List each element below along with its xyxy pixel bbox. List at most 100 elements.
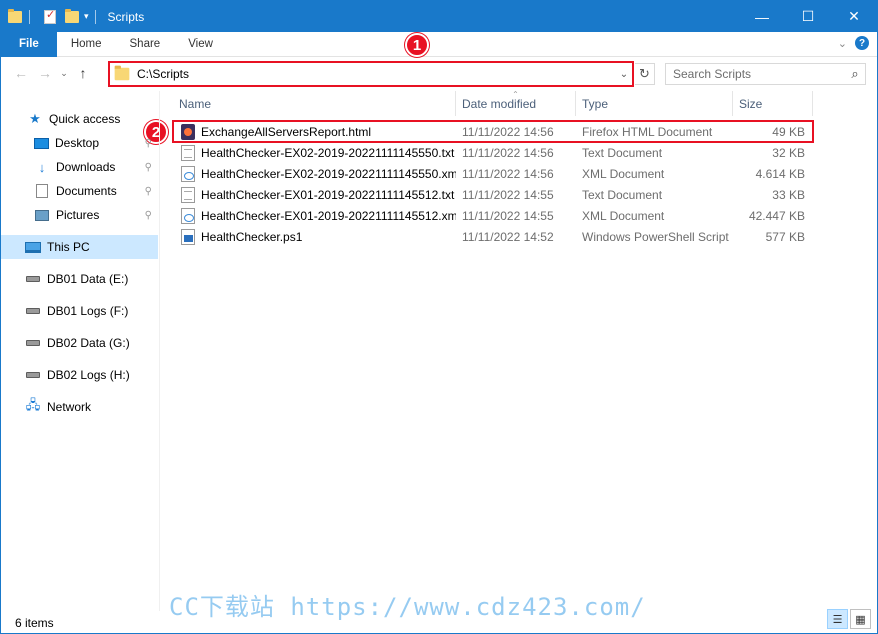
sidebar-item-label: Documents bbox=[56, 184, 117, 198]
address-dropdown-icon[interactable]: ⌄ bbox=[616, 69, 632, 80]
file-name: HealthChecker-EX01-2019-20221111145512.x… bbox=[201, 208, 456, 223]
column-header-label: Type bbox=[582, 96, 609, 111]
file-name-cell: HealthChecker-EX02-2019-20221111145550.t… bbox=[173, 144, 456, 161]
sidebar-item-downloads[interactable]: ↓ Downloads ⚲ bbox=[1, 155, 158, 179]
file-type: Windows PowerShell Script bbox=[582, 229, 729, 244]
sidebar-item-label: Quick access bbox=[49, 112, 121, 126]
sidebar-item-quick-access[interactable]: ★ Quick access bbox=[1, 107, 158, 131]
text-file-icon bbox=[181, 186, 195, 203]
pin-icon[interactable]: ⚲ bbox=[145, 210, 152, 221]
tab-share[interactable]: Share bbox=[116, 32, 175, 57]
file-size: 42.447 KB bbox=[748, 208, 805, 223]
file-size: 49 KB bbox=[772, 124, 805, 139]
drive-icon bbox=[25, 303, 41, 319]
address-bar[interactable]: C:\Scripts ⌄ bbox=[108, 61, 634, 87]
address-path[interactable]: C:\Scripts bbox=[137, 67, 616, 81]
drive-icon bbox=[25, 335, 41, 351]
divider bbox=[29, 9, 30, 24]
close-button[interactable]: ✕ bbox=[831, 1, 877, 32]
file-name-cell: HealthChecker.ps1 bbox=[173, 228, 456, 245]
file-name-cell: HealthChecker-EX01-2019-20221111145512.t… bbox=[173, 186, 456, 203]
file-date: 11/11/2022 14:55 bbox=[462, 208, 554, 223]
xml-file-icon bbox=[181, 165, 195, 182]
sidebar-item-desktop[interactable]: Desktop ⚲ bbox=[1, 131, 158, 155]
pin-icon[interactable]: ⚲ bbox=[145, 138, 152, 149]
powershell-file-icon bbox=[181, 228, 195, 245]
file-list: ExchangeAllServersReport.html 11/11/2022… bbox=[172, 120, 814, 247]
column-header-size[interactable]: Size bbox=[733, 91, 813, 116]
up-arrow-icon[interactable]: ↑ bbox=[71, 61, 95, 85]
file-name-cell: HealthChecker-EX02-2019-20221111145550.x… bbox=[173, 165, 456, 182]
back-arrow-icon[interactable]: ← bbox=[9, 61, 33, 85]
sidebar-item-label: DB02 Logs (H:) bbox=[47, 368, 130, 382]
drive-icon bbox=[25, 367, 41, 383]
new-folder-icon[interactable] bbox=[64, 8, 80, 25]
file-type: XML Document bbox=[582, 208, 665, 223]
sidebar-item-pictures[interactable]: Pictures ⚲ bbox=[1, 203, 158, 227]
tab-view[interactable]: View bbox=[174, 32, 227, 57]
pane-divider[interactable] bbox=[159, 91, 160, 611]
window-controls: — ☐ ✕ bbox=[739, 1, 877, 32]
sidebar-item-drive-e[interactable]: DB01 Data (E:) bbox=[1, 267, 158, 291]
file-type: XML Document bbox=[582, 166, 665, 181]
title-bar: ▾ Scripts — ☐ ✕ bbox=[1, 1, 877, 32]
callout-badge-1: 1 bbox=[405, 33, 429, 57]
tab-file[interactable]: File bbox=[1, 31, 57, 57]
file-size: 4.614 KB bbox=[755, 166, 805, 181]
status-bar: 6 items bbox=[1, 613, 877, 633]
column-header-name[interactable]: Name bbox=[173, 91, 456, 116]
sidebar-item-label: DB01 Data (E:) bbox=[47, 272, 129, 286]
firefox-html-icon bbox=[181, 123, 195, 140]
pictures-icon bbox=[34, 207, 50, 223]
xml-file-icon bbox=[181, 207, 195, 224]
expand-ribbon-icon[interactable]: ⌄ bbox=[838, 37, 847, 50]
file-row[interactable]: HealthChecker.ps1 11/11/2022 14:52 Windo… bbox=[173, 226, 813, 247]
sidebar-item-documents[interactable]: Documents ⚲ bbox=[1, 179, 158, 203]
tab-home[interactable]: Home bbox=[57, 32, 116, 57]
pin-icon[interactable]: ⚲ bbox=[145, 162, 152, 173]
properties-icon[interactable] bbox=[42, 8, 58, 25]
search-icon[interactable]: ⌕ bbox=[845, 66, 865, 82]
drive-icon bbox=[25, 271, 41, 287]
file-name: ExchangeAllServersReport.html bbox=[201, 124, 372, 139]
sidebar-item-label: Desktop bbox=[55, 136, 100, 150]
file-name-cell: ExchangeAllServersReport.html bbox=[173, 123, 456, 140]
file-date: 11/11/2022 14:56 bbox=[462, 166, 554, 181]
file-size: 33 KB bbox=[772, 187, 805, 202]
details-view-icon[interactable]: ☰ bbox=[827, 609, 848, 629]
file-row-exchange-report[interactable]: ExchangeAllServersReport.html 11/11/2022… bbox=[172, 120, 814, 143]
file-type: Text Document bbox=[582, 145, 663, 160]
search-input[interactable] bbox=[673, 67, 845, 81]
sidebar-item-drive-h[interactable]: DB02 Logs (H:) bbox=[1, 363, 158, 387]
column-header-label: Size bbox=[739, 96, 763, 111]
file-name-cell: HealthChecker-EX01-2019-20221111145512.x… bbox=[173, 207, 456, 224]
folder-icon bbox=[7, 8, 23, 25]
pin-icon[interactable]: ⚲ bbox=[145, 186, 152, 197]
file-row[interactable]: HealthChecker-EX01-2019-20221111145512.t… bbox=[173, 184, 813, 205]
column-header-type[interactable]: Type bbox=[576, 91, 733, 116]
explorer-window: ▾ Scripts — ☐ ✕ File Home Share View ⌄ ?… bbox=[0, 0, 878, 634]
column-header-date[interactable]: ⌃ Date modified bbox=[456, 90, 576, 116]
forward-arrow-icon[interactable]: → bbox=[33, 61, 57, 85]
file-row[interactable]: HealthChecker-EX02-2019-20221111145550.x… bbox=[173, 163, 813, 184]
sidebar-item-drive-f[interactable]: DB01 Logs (F:) bbox=[1, 299, 158, 323]
navigation-bar: ← → ⌄ ↑ C:\Scripts ⌄ ↻ ⌕ bbox=[1, 58, 877, 88]
sidebar-item-drive-g[interactable]: DB02 Data (G:) bbox=[1, 331, 158, 355]
divider bbox=[94, 9, 96, 24]
file-name: HealthChecker-EX02-2019-20221111145550.x… bbox=[201, 166, 456, 181]
file-name: HealthChecker.ps1 bbox=[201, 229, 303, 244]
file-row[interactable]: HealthChecker-EX02-2019-20221111145550.t… bbox=[173, 142, 813, 163]
minimize-button[interactable]: — bbox=[739, 1, 785, 32]
file-row[interactable]: HealthChecker-EX01-2019-20221111145512.x… bbox=[173, 205, 813, 226]
customize-toolbar-icon[interactable]: ▾ bbox=[84, 11, 89, 22]
sidebar-item-this-pc[interactable]: This PC bbox=[1, 235, 158, 259]
recent-locations-icon[interactable]: ⌄ bbox=[57, 61, 71, 85]
sidebar-item-network[interactable]: 🖧 Network bbox=[1, 395, 158, 419]
maximize-button[interactable]: ☐ bbox=[785, 1, 831, 32]
sidebar-item-label: This PC bbox=[47, 240, 90, 254]
help-icon[interactable]: ? bbox=[855, 36, 869, 50]
large-icons-view-icon[interactable]: ▦ bbox=[850, 609, 871, 629]
refresh-icon[interactable]: ↻ bbox=[635, 63, 655, 85]
file-type: Text Document bbox=[582, 187, 663, 202]
search-box[interactable]: ⌕ bbox=[665, 63, 866, 85]
